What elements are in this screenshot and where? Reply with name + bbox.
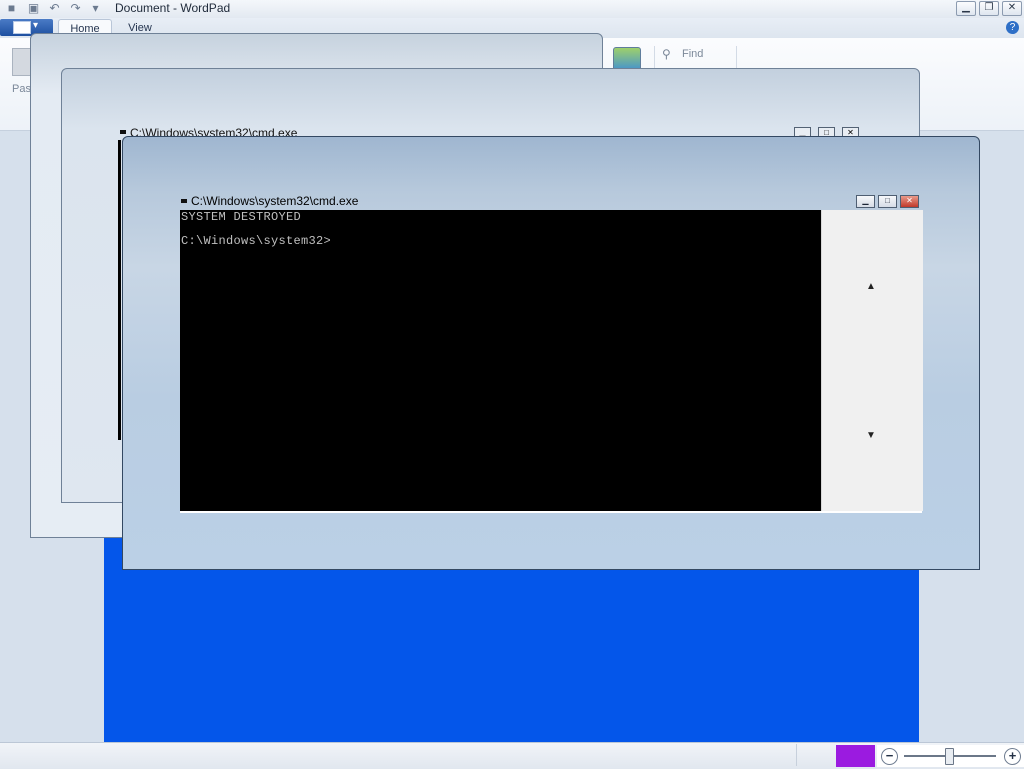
- zoom-out-button[interactable]: −: [881, 748, 898, 765]
- application-menu-icon: [13, 21, 31, 34]
- zoom-in-button[interactable]: +: [1004, 748, 1021, 765]
- ghost-console-edge: [118, 140, 121, 440]
- wordpad-titlebar: ■ ▣ ↶ ↷ ▾ Document - WordPad ▁ ❐ ✕: [0, 0, 1024, 19]
- chevron-down-icon: ▾: [33, 20, 39, 31]
- ribbon-separator: [654, 46, 655, 70]
- status-bar-divider: [796, 744, 797, 766]
- console-bottom-border: [180, 511, 922, 513]
- wordpad-minimize-button[interactable]: ▁: [956, 1, 976, 16]
- zoom-level-box[interactable]: [836, 745, 875, 767]
- wordpad-app-icon: ■: [7, 1, 16, 15]
- redo-icon[interactable]: ↷: [69, 2, 82, 15]
- cmd-close-button[interactable]: ✕: [900, 195, 919, 208]
- zoom-slider-thumb[interactable]: [945, 748, 954, 765]
- ghost-window-system-icon: [120, 130, 126, 134]
- cmd-minimize-button[interactable]: ▁: [856, 195, 875, 208]
- find-button[interactable]: Find: [682, 48, 703, 60]
- ribbon-separator: [736, 46, 737, 70]
- console-scrollbar[interactable]: [821, 210, 923, 511]
- scroll-down-arrow-icon[interactable]: ▼: [866, 431, 876, 441]
- cmd-window-title: C:\Windows\system32\cmd.exe: [191, 194, 359, 208]
- scroll-up-arrow-icon[interactable]: ▲: [866, 282, 876, 292]
- cmd-maximize-button[interactable]: □: [878, 195, 897, 208]
- console-line: SYSTEM DESTROYED: [181, 210, 302, 224]
- help-icon[interactable]: ?: [1006, 21, 1019, 34]
- paste-button-label[interactable]: Pas: [12, 83, 31, 95]
- wordpad-close-button[interactable]: ✕: [1002, 1, 1022, 16]
- wordpad-maximize-button[interactable]: ❐: [979, 1, 999, 16]
- binoculars-icon[interactable]: ⚲: [662, 47, 671, 61]
- undo-icon[interactable]: ↶: [48, 2, 61, 15]
- save-icon[interactable]: ▣: [27, 2, 40, 15]
- console-prompt: C:\Windows\system32>: [181, 234, 332, 248]
- cmd-system-menu-icon[interactable]: [181, 199, 187, 203]
- console-output[interactable]: SYSTEM DESTROYED C:\Windows\system32>: [180, 210, 821, 511]
- clipboard-icon[interactable]: [12, 48, 32, 76]
- wordpad-window-title: Document - WordPad: [115, 1, 231, 15]
- customize-quick-access-icon[interactable]: ▾: [89, 2, 102, 15]
